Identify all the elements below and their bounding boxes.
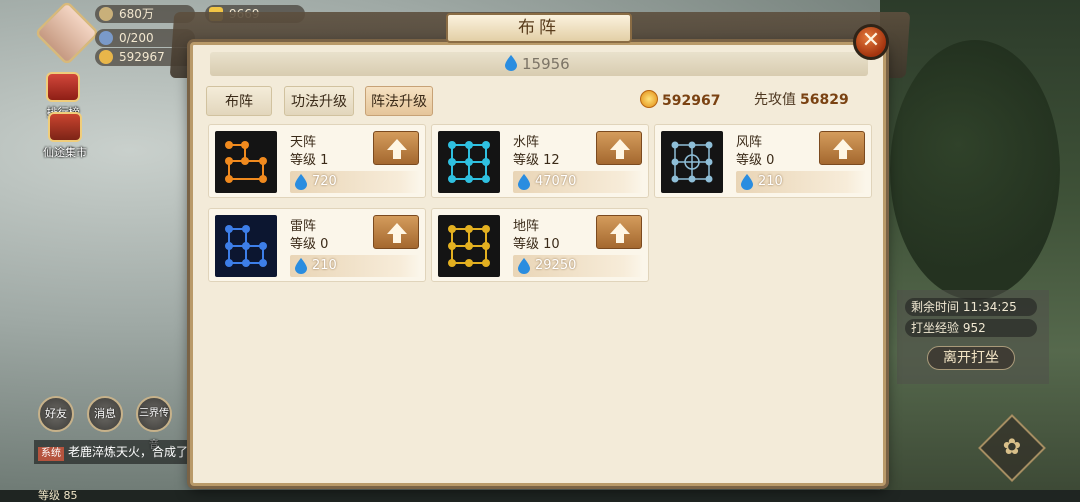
market-icon <box>48 112 82 142</box>
formation-thunder-diagram <box>225 225 267 267</box>
gold-coin-icon <box>640 90 658 108</box>
upgrade-button[interactable] <box>819 131 865 165</box>
market-button[interactable]: 仙途集市 <box>38 112 92 160</box>
formation-cost: 720 <box>290 171 420 193</box>
dialog-title: 布阵 <box>446 13 632 43</box>
formation-card-earth[interactable]: 地阵 等级 10 29250 <box>431 208 649 282</box>
formation-water-diagram <box>448 141 490 183</box>
leave-meditation-button[interactable]: 离开打坐 <box>927 346 1015 370</box>
formation-card-heaven[interactable]: 天阵 等级 1 720 <box>208 124 426 198</box>
formation-name: 天阵 <box>290 135 317 150</box>
messages-button[interactable]: 消息 <box>87 396 123 432</box>
arrow-up-icon <box>610 139 630 159</box>
arrow-up-icon <box>610 223 630 243</box>
formation-card-water[interactable]: 水阵 等级 12 47070 <box>431 124 649 198</box>
silver-icon <box>99 7 113 21</box>
experience-bar <box>0 490 1080 502</box>
upgrade-button[interactable] <box>596 215 642 249</box>
arrow-up-icon <box>387 223 407 243</box>
formation-wind-icon <box>661 131 723 193</box>
close-icon: ✕ <box>861 28 881 53</box>
currency-display: 592967 <box>640 90 720 111</box>
world-chat-button[interactable]: 三界传音 <box>136 396 172 451</box>
formation-card-wind[interactable]: 风阵 等级 0 210 <box>654 124 872 198</box>
formation-level: 等级 0 <box>736 153 775 168</box>
formation-name: 雷阵 <box>290 219 317 234</box>
formation-thunder-icon <box>215 215 277 277</box>
formation-cost: 210 <box>736 171 866 193</box>
chat-line[interactable]: 系统 老鹿淬炼天火，合成了 <box>34 440 204 464</box>
formation-heaven-icon <box>215 131 277 193</box>
formation-name: 风阵 <box>736 135 763 150</box>
meditation-panel: 剩余时间 11:34:25 打坐经验 952 离开打坐 <box>897 290 1049 384</box>
formation-name: 水阵 <box>513 135 540 150</box>
tab-formation-upgrade[interactable]: 阵法升级 <box>365 86 433 116</box>
formation-earth-icon <box>438 215 500 277</box>
formation-wind-diagram <box>671 141 713 183</box>
water-drop-icon <box>518 258 530 274</box>
meditation-remaining-time: 剩余时间 11:34:25 <box>905 298 1037 316</box>
formation-cost: 210 <box>290 255 420 277</box>
tab-skill-upgrade[interactable]: 功法升级 <box>284 86 354 116</box>
initiative-display: 先攻值 56829 <box>754 92 849 108</box>
scene-pine-tree <box>890 40 1060 300</box>
ranking-icon <box>46 72 80 102</box>
formation-cost: 47070 <box>513 171 643 193</box>
formation-heaven-diagram <box>225 141 267 183</box>
formation-level: 等级 0 <box>290 237 329 252</box>
water-drop-icon <box>741 174 753 190</box>
stamina-icon <box>99 31 113 45</box>
chat-channel-tag: 系统 <box>38 447 64 461</box>
water-drop-icon <box>505 55 517 71</box>
formation-cost: 29250 <box>513 255 643 277</box>
water-drop-icon <box>295 174 307 190</box>
upgrade-button[interactable] <box>373 215 419 249</box>
chat-message: 老鹿淬炼天火，合成了 <box>68 445 189 459</box>
player-level: 等级 85 <box>38 489 78 502</box>
formation-level: 等级 10 <box>513 237 560 252</box>
formation-level: 等级 12 <box>513 153 560 168</box>
power-display: 15956 <box>504 54 570 74</box>
formation-card-thunder[interactable]: 雷阵 等级 0 210 <box>208 208 426 282</box>
arrow-up-icon <box>833 139 853 159</box>
formation-earth-diagram <box>448 225 490 267</box>
coin-icon <box>99 50 113 64</box>
formation-name: 地阵 <box>513 219 540 234</box>
meditation-exp: 打坐经验 952 <box>905 319 1037 337</box>
upgrade-button[interactable] <box>596 131 642 165</box>
upgrade-button[interactable] <box>373 131 419 165</box>
arrow-up-icon <box>387 139 407 159</box>
water-drop-icon <box>295 258 307 274</box>
close-button[interactable]: ✕ <box>853 24 889 60</box>
formation-level: 等级 1 <box>290 153 329 168</box>
friends-button[interactable]: 好友 <box>38 396 74 432</box>
water-drop-icon <box>518 174 530 190</box>
formation-water-icon <box>438 131 500 193</box>
tab-formation[interactable]: 布阵 <box>206 86 272 116</box>
